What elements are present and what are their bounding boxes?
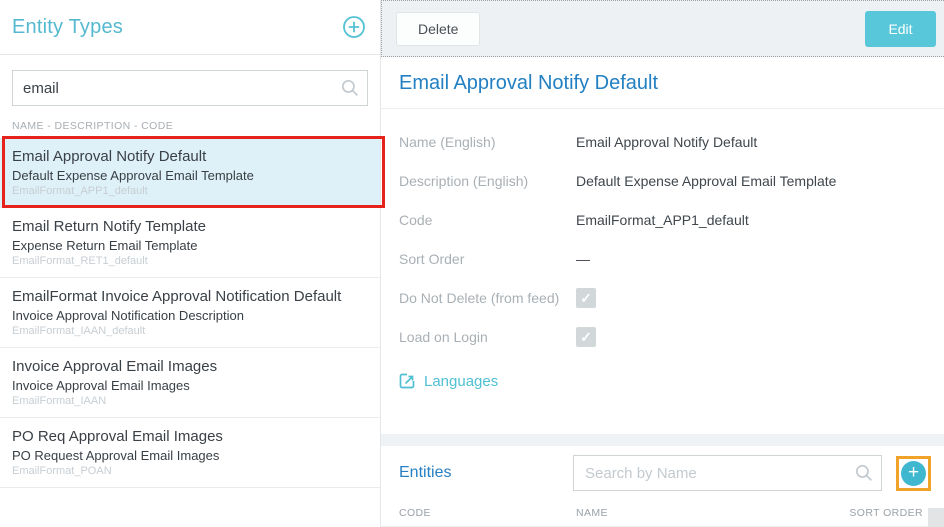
- entities-search: [573, 455, 882, 491]
- spacer: [381, 390, 944, 434]
- entity-types-panel: Entity Types NAME - DESCRIPTION - CODE: [0, 0, 381, 527]
- item-code: EmailFormat_RET1_default: [12, 254, 368, 269]
- field-label: Code: [399, 212, 576, 228]
- detail-fields: Name (English) Email Approval Notify Def…: [381, 109, 944, 356]
- do-not-delete-checkbox[interactable]: ✓: [576, 288, 596, 308]
- entity-type-list: Email Approval Notify Default Default Ex…: [0, 138, 380, 488]
- item-name: Email Approval Notify Default: [12, 147, 368, 167]
- check-icon: ✓: [580, 291, 592, 305]
- annotation-highlight-orange: +: [896, 456, 931, 491]
- field-value: EmailFormat_APP1_default: [576, 212, 944, 228]
- detail-panel: Delete Edit Email Approval Notify Defaul…: [381, 0, 944, 527]
- item-code: EmailFormat_IAAN: [12, 394, 368, 409]
- detail-title: Email Approval Notify Default: [381, 57, 944, 109]
- item-code: EmailFormat_IAAN_default: [12, 324, 368, 339]
- item-description: Expense Return Email Template: [12, 237, 368, 254]
- field-row-name: Name (English) Email Approval Notify Def…: [381, 122, 944, 161]
- list-item-email-return-notify-template[interactable]: Email Return Notify Template Expense Ret…: [0, 208, 380, 278]
- external-link-icon: [399, 373, 416, 390]
- field-label: Do Not Delete (from feed): [399, 290, 576, 306]
- entities-column-headers: CODE NAME SORT ORDER: [381, 500, 944, 527]
- delete-button[interactable]: Delete: [396, 12, 480, 46]
- item-code: EmailFormat_POAN: [12, 464, 368, 479]
- search-icon: [340, 78, 360, 98]
- scrollbar-thumb[interactable]: [928, 508, 944, 527]
- field-label: Load on Login: [399, 329, 576, 345]
- field-row-description: Description (English) Default Expense Ap…: [381, 161, 944, 200]
- search-icon: [854, 463, 874, 483]
- list-item-email-approval-notify-default[interactable]: Email Approval Notify Default Default Ex…: [0, 138, 380, 208]
- field-row-load-on-login: Load on Login ✓: [381, 317, 944, 356]
- item-name: Email Return Notify Template: [12, 217, 368, 237]
- entities-search-input[interactable]: [573, 455, 882, 491]
- plus-icon: +: [908, 461, 919, 484]
- list-column-header: NAME - DESCRIPTION - CODE: [0, 106, 380, 138]
- item-description: PO Request Approval Email Images: [12, 447, 368, 464]
- field-row-do-not-delete: Do Not Delete (from feed) ✓: [381, 278, 944, 317]
- entity-types-search-input[interactable]: [12, 70, 368, 106]
- languages-link-label: Languages: [424, 373, 498, 390]
- list-item-po-req-approval-email-images[interactable]: PO Req Approval Email Images PO Request …: [0, 418, 380, 488]
- check-icon: ✓: [580, 330, 592, 344]
- item-name: Invoice Approval Email Images: [12, 357, 368, 377]
- field-label: Name (English): [399, 134, 576, 150]
- column-header-sort-order: SORT ORDER: [849, 507, 923, 519]
- add-entity-button[interactable]: +: [901, 461, 926, 486]
- field-value: Email Approval Notify Default: [576, 134, 944, 150]
- add-circle-icon: [342, 15, 366, 39]
- item-description: Invoice Approval Notification Descriptio…: [12, 307, 368, 324]
- entities-header: Entities +: [381, 446, 944, 500]
- entity-types-search: [12, 70, 368, 106]
- item-description: Invoice Approval Email Images: [12, 377, 368, 394]
- entities-title: Entities: [399, 464, 451, 482]
- column-header-name: NAME: [576, 507, 849, 519]
- field-row-code: Code EmailFormat_APP1_default: [381, 200, 944, 239]
- load-on-login-checkbox[interactable]: ✓: [576, 327, 596, 347]
- add-entity-type-button[interactable]: [342, 15, 366, 39]
- detail-toolbar: Delete Edit: [381, 0, 944, 57]
- field-value: —: [576, 251, 944, 267]
- app-root: Entity Types NAME - DESCRIPTION - CODE: [0, 0, 944, 527]
- item-code: EmailFormat_APP1_default: [12, 184, 368, 199]
- item-name: EmailFormat Invoice Approval Notificatio…: [12, 287, 368, 307]
- field-row-sort-order: Sort Order —: [381, 239, 944, 278]
- field-label: Description (English): [399, 173, 576, 189]
- edit-button[interactable]: Edit: [865, 11, 936, 47]
- languages-link[interactable]: Languages: [381, 373, 498, 390]
- item-name: PO Req Approval Email Images: [12, 427, 368, 447]
- entity-types-header: Entity Types: [0, 0, 380, 55]
- list-item-emailformat-invoice-approval-notification-default[interactable]: EmailFormat Invoice Approval Notificatio…: [0, 278, 380, 348]
- field-label: Sort Order: [399, 251, 576, 267]
- column-header-code: CODE: [399, 507, 576, 519]
- field-value: Default Expense Approval Email Template: [576, 173, 944, 189]
- section-divider-band: [381, 434, 944, 446]
- page-title: Entity Types: [12, 16, 123, 39]
- list-item-invoice-approval-email-images[interactable]: Invoice Approval Email Images Invoice Ap…: [0, 348, 380, 418]
- item-description: Default Expense Approval Email Template: [12, 167, 368, 184]
